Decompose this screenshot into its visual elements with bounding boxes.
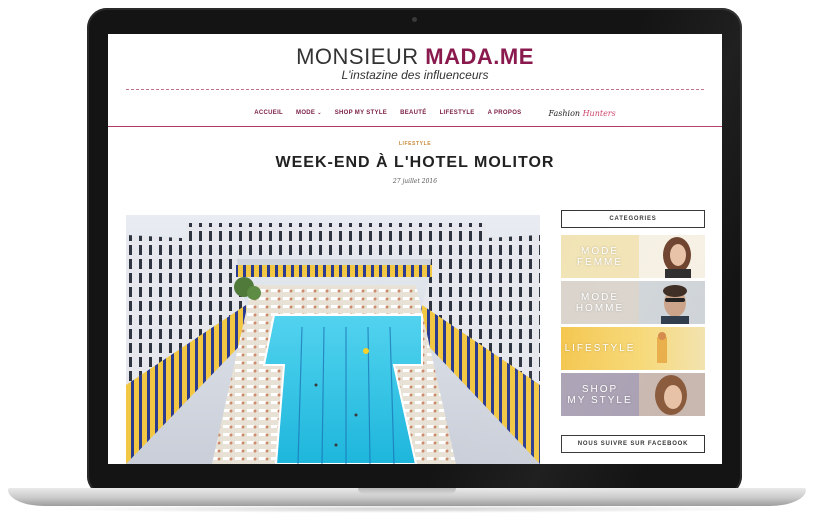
post-date: 27 juillet 2016: [392, 178, 438, 185]
category-label-line2: FEMME: [576, 256, 624, 268]
facebook-widget-title: NOUS SUIVRE SUR FACEBOOK: [561, 435, 705, 453]
nav-divider: [108, 126, 722, 127]
nav-item-accueil[interactable]: ACCUEIL: [254, 110, 283, 116]
post-category-link[interactable]: LIFESTYLE: [108, 141, 722, 147]
laptop-shadow: [40, 505, 774, 513]
browser-screen: MONSIEUR MADA.ME L'instazine des influen…: [108, 34, 722, 464]
site-logo-plain: MONSIEUR: [296, 44, 426, 69]
nav-item-shop-my-style[interactable]: SHOP MY STYLE: [335, 110, 387, 116]
category-tile-shop-my-style[interactable]: SHOP MY STYLE: [561, 373, 705, 416]
categories-widget-title: CATEGORIES: [561, 210, 705, 228]
category-label-line1: MODE: [581, 291, 619, 303]
fashion-hunters-part1: Fashion: [548, 108, 583, 118]
category-tile-mode-homme[interactable]: MODE HOMME: [561, 281, 705, 324]
category-label-mode-femme: MODE FEMME: [561, 235, 639, 278]
pool-photo: [126, 215, 540, 464]
site-logo[interactable]: MONSIEUR MADA.ME: [108, 44, 722, 70]
category-label-mode-homme: MODE HOMME: [561, 281, 639, 324]
category-label-line2: HOMME: [575, 302, 625, 314]
header-divider: [126, 89, 704, 90]
nav-item-beaute[interactable]: BEAUTÉ: [400, 110, 426, 116]
category-label-line1: LIFESTYLE: [564, 343, 636, 354]
site-tagline: L'instazine des influenceurs: [341, 68, 489, 82]
webcam-icon: [412, 17, 417, 22]
category-label-line2: MY STYLE: [567, 394, 633, 406]
site-logo-bold: MADA.ME: [425, 44, 534, 69]
category-tile-lifestyle[interactable]: LIFESTYLE: [561, 327, 705, 370]
featured-image[interactable]: [126, 215, 540, 464]
nav-item-a-propos[interactable]: A PROPOS: [488, 110, 522, 116]
category-label-shop-my-style: SHOP MY STYLE: [561, 373, 639, 416]
category-label-lifestyle: LIFESTYLE: [561, 327, 639, 370]
nav-item-mode-label: MODE: [296, 110, 316, 116]
category-label-line1: MODE: [580, 245, 619, 257]
category-tile-mode-femme[interactable]: MODE FEMME: [561, 235, 705, 278]
fashion-hunters-logo[interactable]: Fashion Hunters: [548, 109, 615, 118]
chevron-down-icon: ⌄: [317, 110, 322, 116]
fashion-hunters-part2: Hunters: [582, 108, 616, 118]
nav-item-lifestyle[interactable]: LIFESTYLE: [440, 110, 475, 116]
laptop-notch: [358, 488, 456, 494]
post-title: WEEK-END À L'HOTEL MOLITOR: [275, 154, 555, 171]
main-nav: ACCUEIL MODE ⌄ SHOP MY STYLE BEAUTÉ LIFES…: [108, 107, 722, 119]
nav-item-mode[interactable]: MODE ⌄: [296, 110, 322, 116]
category-label-line1: SHOP: [581, 383, 619, 395]
